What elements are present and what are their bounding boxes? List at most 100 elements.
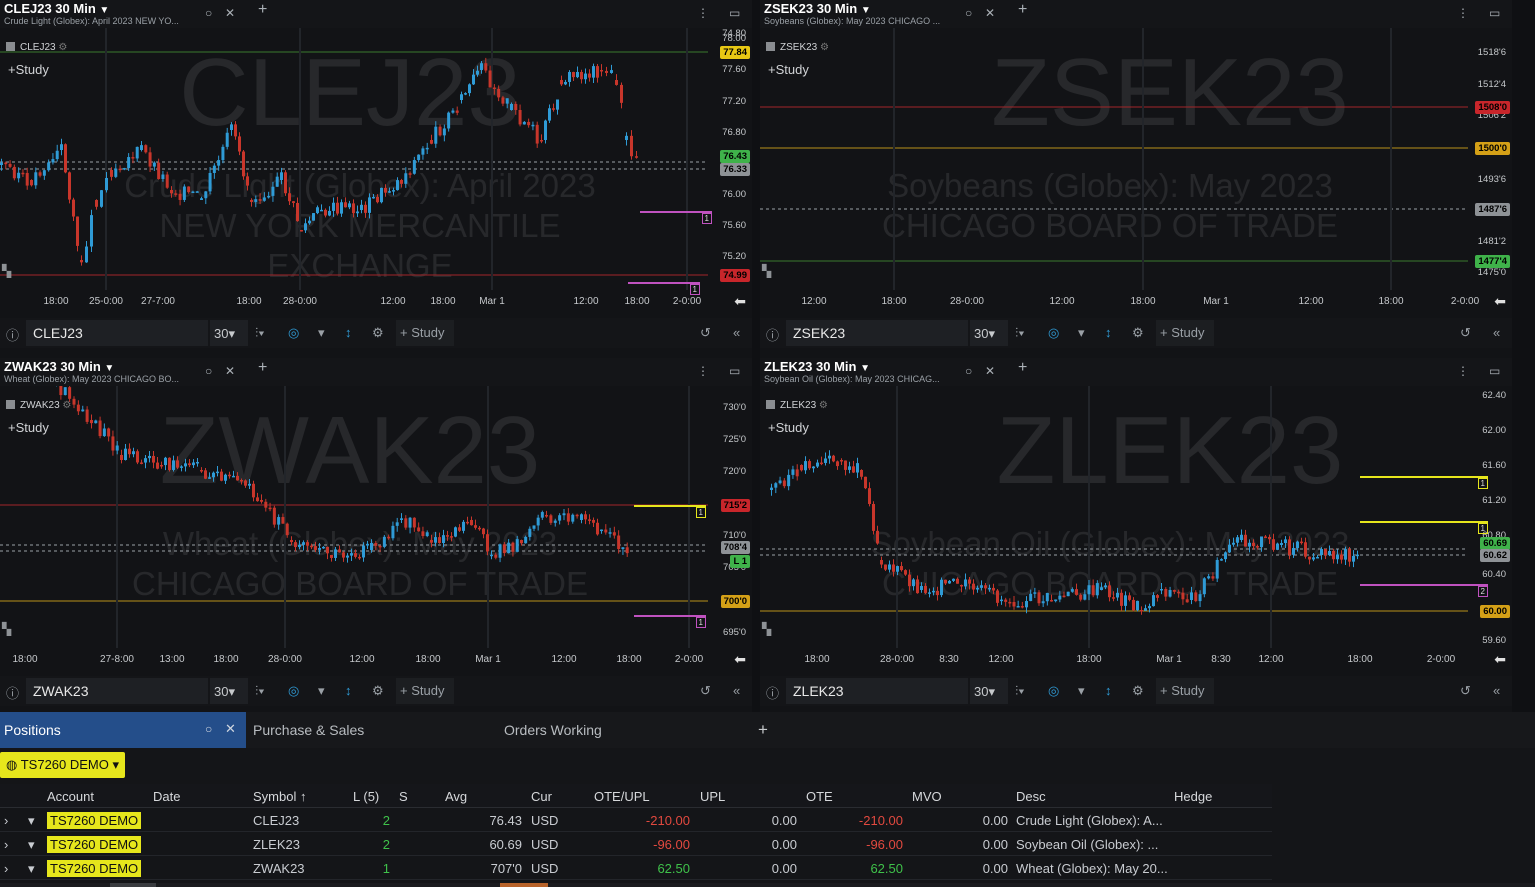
circle-icon[interactable]: ○ xyxy=(205,364,212,378)
chart-type-icon[interactable]: ⫶▾ xyxy=(255,683,265,699)
price-tag[interactable]: 1477'4 xyxy=(1475,255,1510,268)
circle-icon[interactable]: ○ xyxy=(965,6,972,20)
circle-icon[interactable]: ○ xyxy=(965,364,972,378)
checkbox[interactable] xyxy=(766,42,775,51)
working-order-line[interactable]: 1 xyxy=(634,615,706,628)
interval-select[interactable]: 30▾ xyxy=(210,320,248,346)
table-row[interactable]: › ▾ TS7260 DEMO ZLEK23 2 60.69 USD -96.00 0.00 -9… xyxy=(0,832,1272,856)
table-row[interactable]: › ▾ TS7260 DEMO ZWAK23 1 707'0 USD 62.50 0.00 62.… xyxy=(0,856,1272,880)
column-header[interactable]: MVO xyxy=(912,789,942,804)
column-header[interactable]: OTE xyxy=(806,789,833,804)
collapse-icon[interactable]: « xyxy=(1493,683,1500,698)
more-menu-icon[interactable]: ⋮ xyxy=(1457,364,1469,378)
interval-select[interactable]: 30▾ xyxy=(970,678,1008,704)
add-tab-icon[interactable]: + xyxy=(758,720,768,740)
working-order-line[interactable]: 1 xyxy=(628,282,700,295)
price-tag[interactable]: 708'4 xyxy=(720,541,750,554)
close-icon[interactable]: ✕ xyxy=(985,364,995,378)
column-header[interactable]: Cur xyxy=(531,789,552,804)
price-tag[interactable]: 1500'0 xyxy=(1475,142,1510,155)
drawing-tools-icon[interactable]: ▚ xyxy=(2,622,11,636)
chevron-down-icon[interactable]: ▾ xyxy=(1078,325,1085,341)
visibility-icon[interactable]: ◎ xyxy=(1048,683,1059,699)
chart-panel-zsek[interactable]: ZSEK23 30 Min ▼ Soybeans (Globex): May 2… xyxy=(760,0,1512,358)
gear-icon[interactable]: ⚙ xyxy=(62,400,71,411)
add-icon[interactable]: + xyxy=(258,360,267,376)
gear-icon[interactable]: ⚙ xyxy=(372,683,384,699)
chart-panel-clej[interactable]: CLEJ23 30 Min ▼ Crude Light (Globex): Ap… xyxy=(0,0,752,358)
column-header[interactable]: Symbol ↑ xyxy=(253,789,306,804)
price-tag[interactable]: 60.62 xyxy=(1480,549,1510,562)
gear-icon[interactable]: ⚙ xyxy=(819,400,828,411)
info-icon[interactable]: ⓘ xyxy=(6,325,19,344)
price-tag[interactable]: 77.84 xyxy=(720,46,750,59)
chevron-down-icon[interactable]: ▼ xyxy=(861,5,871,16)
chevron-down-icon[interactable]: ▾ xyxy=(318,683,325,699)
chevron-down-icon[interactable]: ▾ xyxy=(318,325,325,341)
close-icon[interactable]: ✕ xyxy=(225,721,236,737)
chart-plot-area[interactable]: ZWAK23 Wheat (Globex): May 2023 CHICAGO … xyxy=(0,386,752,648)
column-header[interactable]: Hedge xyxy=(1174,789,1212,804)
chart-plot-area[interactable]: ZLEK23 Soybean Oil (Globex): May 2023 CH… xyxy=(760,386,1512,648)
maximize-icon[interactable]: ▭ xyxy=(1489,364,1500,378)
scroll-right-icon[interactable]: ⬅ xyxy=(734,293,746,310)
vertical-scale-icon[interactable]: ↕ xyxy=(1105,325,1112,340)
column-header[interactable]: OTE/UPL xyxy=(594,789,650,804)
chart-title[interactable]: ZLEK23 30 Min ▼ xyxy=(764,359,870,374)
interval-select[interactable]: 30▾ xyxy=(210,678,248,704)
column-header[interactable]: L (5) xyxy=(353,789,379,804)
add-study-link[interactable]: +Study xyxy=(768,420,809,435)
price-axis[interactable]: 62.4062.0061.6061.2060.8060.4060.0059.60… xyxy=(1468,386,1512,648)
vertical-scale-icon[interactable]: ↕ xyxy=(1105,683,1112,698)
drawing-tools-icon[interactable]: ▚ xyxy=(2,264,11,278)
undo-icon[interactable]: ↺ xyxy=(1460,325,1471,341)
chart-type-icon[interactable]: ⫶▾ xyxy=(1015,325,1025,341)
chevron-down-icon[interactable]: ▼ xyxy=(104,363,114,374)
info-icon[interactable]: ⓘ xyxy=(6,683,19,702)
price-tag[interactable]: 74.99 xyxy=(720,269,750,282)
column-header[interactable]: Account xyxy=(47,789,94,804)
gear-icon[interactable]: ⚙ xyxy=(820,42,829,53)
visibility-icon[interactable]: ◎ xyxy=(1048,325,1059,341)
circle-icon[interactable]: ○ xyxy=(205,722,212,736)
symbol-input[interactable]: ZWAK23 xyxy=(26,678,208,704)
working-order-line[interactable]: 2 xyxy=(1360,584,1488,597)
drawing-tools-icon[interactable]: ▚ xyxy=(762,264,771,278)
study-button[interactable]: + Study xyxy=(1156,320,1214,346)
expand-icon[interactable]: › xyxy=(4,813,8,828)
chevron-down-icon[interactable]: ▼ xyxy=(99,5,109,16)
chart-type-icon[interactable]: ⫶▾ xyxy=(1015,683,1025,699)
working-order-line[interactable]: 1 xyxy=(1360,521,1488,534)
drawing-tools-icon[interactable]: ▚ xyxy=(762,622,771,636)
gear-icon[interactable]: ⚙ xyxy=(1132,325,1144,341)
chart-title[interactable]: CLEJ23 30 Min ▼ xyxy=(4,1,109,16)
collapse-icon[interactable]: « xyxy=(733,683,740,698)
price-axis[interactable]: 1518'61512'41506'21500'01493'61487'61481… xyxy=(1468,28,1512,290)
price-tag[interactable]: 1487'6 xyxy=(1475,203,1510,216)
symbol-input[interactable]: ZSEK23 xyxy=(786,320,968,346)
chart-plot-area[interactable]: ZSEK23 Soybeans (Globex): May 2023 CHICA… xyxy=(760,28,1512,290)
checkbox[interactable] xyxy=(6,400,15,409)
tab-positions[interactable]: Positions ○ ✕ xyxy=(0,712,246,748)
chart-panel-zlek[interactable]: ZLEK23 30 Min ▼ Soybean Oil (Globex): Ma… xyxy=(760,358,1512,716)
checkbox[interactable] xyxy=(6,42,15,51)
more-menu-icon[interactable]: ⋮ xyxy=(697,6,709,20)
more-menu-icon[interactable]: ⋮ xyxy=(1457,6,1469,20)
chart-panel-zwak[interactable]: ZWAK23 30 Min ▼ Wheat (Globex): May 2023… xyxy=(0,358,752,716)
more-menu-icon[interactable]: ⋮ xyxy=(697,364,709,378)
vertical-scale-icon[interactable]: ↕ xyxy=(345,683,352,698)
time-axis[interactable]: ⬅ 18:00 28-0:00 8:30 12:00 18:00 Mar 1 8:30 12:… xyxy=(760,648,1512,672)
working-order-line[interactable]: 1 xyxy=(640,211,712,224)
gear-icon[interactable]: ⚙ xyxy=(1132,683,1144,699)
price-tag[interactable]: 715'2 xyxy=(720,499,750,512)
circle-icon[interactable]: ○ xyxy=(205,6,212,20)
column-header[interactable]: S xyxy=(399,789,408,804)
chevron-down-icon[interactable]: ▾ xyxy=(28,837,35,853)
collapse-icon[interactable]: « xyxy=(733,325,740,340)
close-icon[interactable]: ✕ xyxy=(985,6,995,20)
collapse-icon[interactable]: « xyxy=(1493,325,1500,340)
study-button[interactable]: + Study xyxy=(1156,678,1214,704)
checkbox[interactable] xyxy=(766,400,775,409)
close-icon[interactable]: ✕ xyxy=(225,6,235,20)
price-tag[interactable]: 60.00 xyxy=(1480,605,1510,618)
